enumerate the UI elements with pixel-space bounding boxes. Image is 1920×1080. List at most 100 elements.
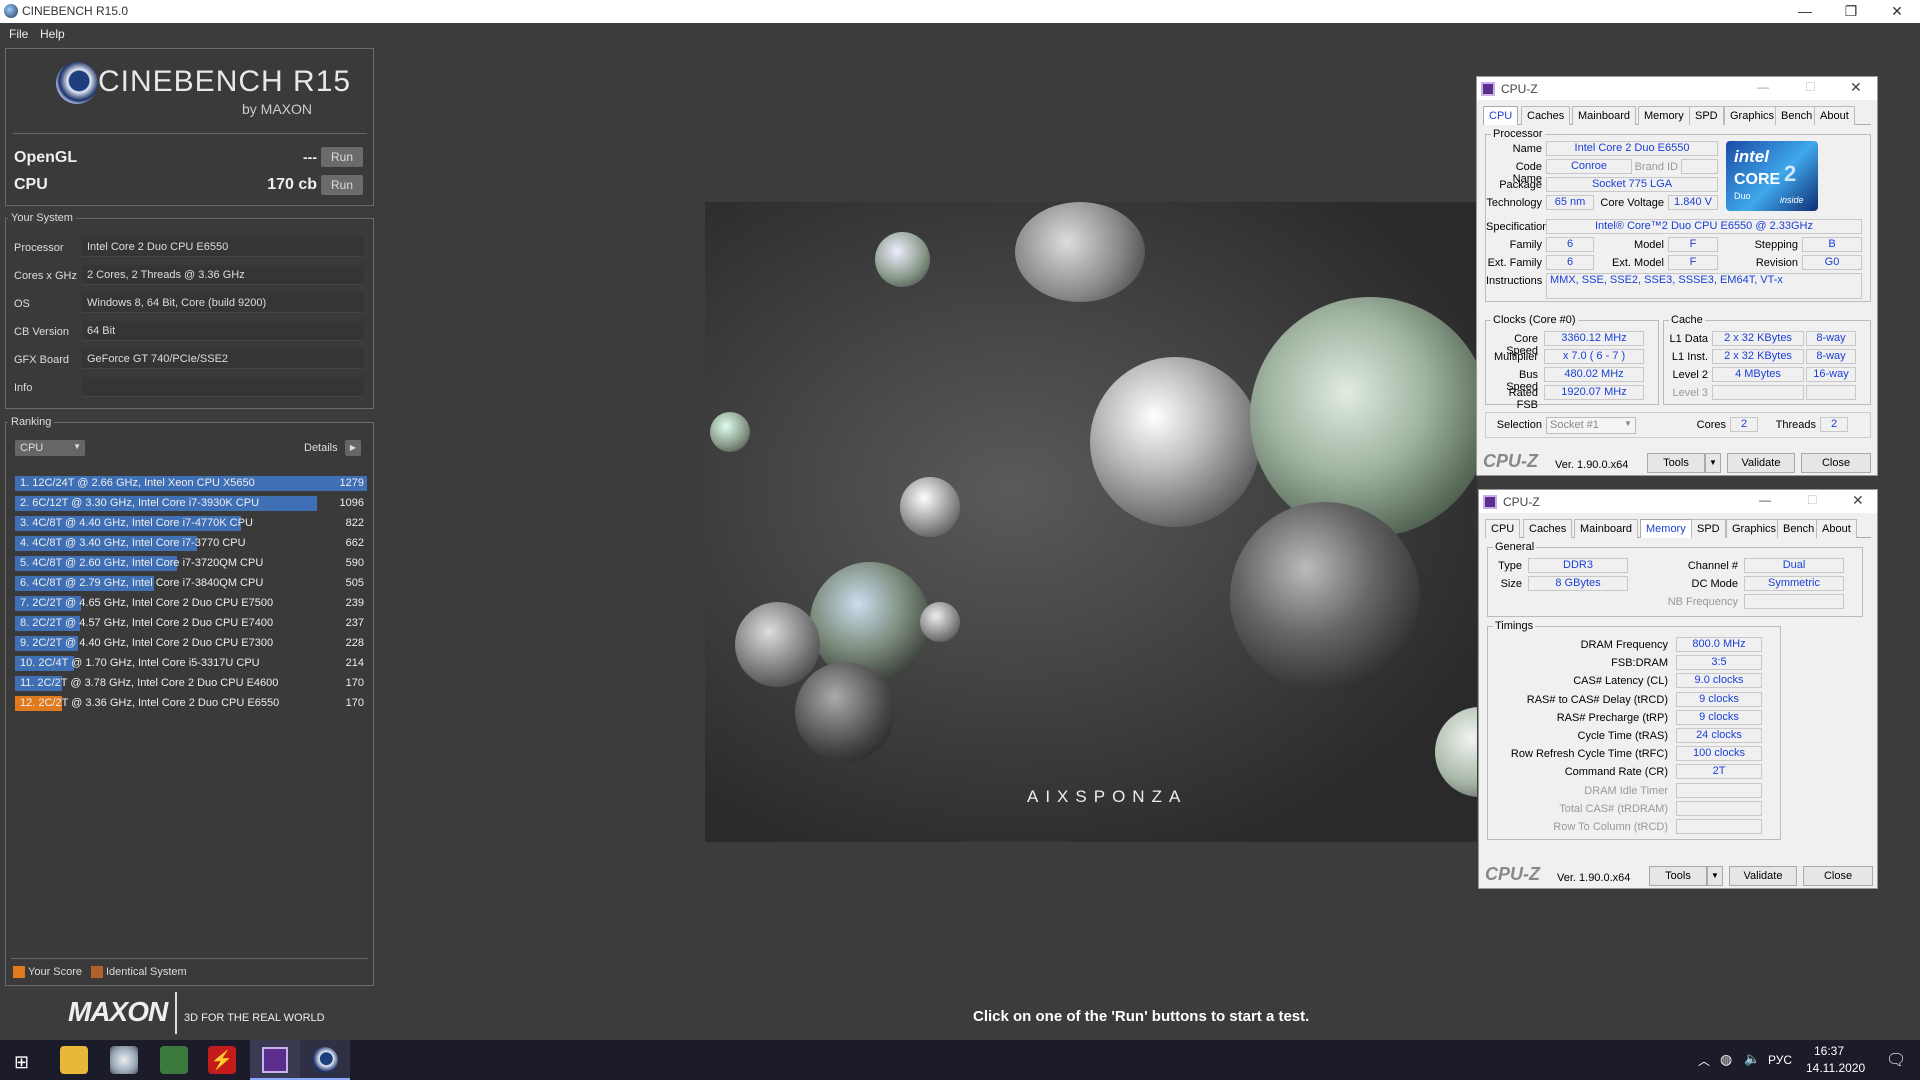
ranking-score: 170 <box>345 677 364 689</box>
tab-bench[interactable]: Bench <box>1775 106 1819 125</box>
divider <box>13 133 367 134</box>
notifications-icon[interactable]: 🗨 <box>1886 1050 1906 1070</box>
field-core-voltage: 1.840 V <box>1668 195 1718 210</box>
close-button[interactable]: ✕ <box>1852 492 1864 509</box>
ranking-label: 2. 6C/12T @ 3.30 GHz, Intel Core i7-3930… <box>20 497 260 509</box>
maximize-button[interactable]: ☐ <box>1807 493 1818 507</box>
ranking-row[interactable]: 3. 4C/8T @ 4.40 GHz, Intel Core i7-4770K… <box>15 515 367 532</box>
ranking-row[interactable]: 5. 4C/8T @ 2.60 GHz, Intel Core i7-3720Q… <box>15 555 367 572</box>
tools-button[interactable]: Tools <box>1649 866 1707 886</box>
group-title: Timings <box>1493 620 1536 632</box>
close-button-bottom[interactable]: Close <box>1803 866 1873 886</box>
opengl-score: --- <box>303 149 317 165</box>
ranking-row[interactable]: 11. 2C/2T @ 3.78 GHz, Intel Core 2 Duo C… <box>15 675 367 692</box>
render-sphere <box>900 477 960 537</box>
ranking-row[interactable]: 8. 2C/2T @ 4.57 GHz, Intel Core 2 Duo CP… <box>15 615 367 632</box>
clock-date[interactable]: 14.11.2020 <box>1806 1061 1865 1075</box>
tab-spd[interactable]: SPD <box>1691 519 1726 538</box>
your-system-panel: Your System Processor Intel Core 2 Duo C… <box>5 212 374 409</box>
speaker-icon[interactable]: 🔈 <box>1744 1051 1760 1067</box>
tools-button[interactable]: Tools <box>1647 453 1705 473</box>
details-arrow-button[interactable]: ▶ <box>345 440 361 456</box>
tab-cpu[interactable]: CPU <box>1485 519 1521 538</box>
label-package: Package <box>1499 179 1542 191</box>
tab-cpu[interactable]: CPU <box>1483 106 1519 125</box>
divider <box>175 992 177 1034</box>
close-button[interactable]: ✕ <box>1850 79 1862 96</box>
maximize-button[interactable]: ❐ <box>1828 0 1874 23</box>
timing-label: RAS# to CAS# Delay (tRCD) <box>1526 693 1668 706</box>
ranking-row[interactable]: 12. 2C/2T @ 3.36 GHz, Intel Core 2 Duo C… <box>15 695 367 712</box>
tab-mainboard[interactable]: Mainboard <box>1572 106 1636 125</box>
render-sphere <box>1435 707 1477 797</box>
ranking-row[interactable]: 6. 4C/8T @ 2.79 GHz, Intel Core i7-3840Q… <box>15 575 367 592</box>
cpu-run-button[interactable]: Run <box>321 175 363 195</box>
cpuz-taskbar-icon <box>262 1047 288 1073</box>
opengl-run-button[interactable]: Run <box>321 147 363 167</box>
close-button-bottom[interactable]: Close <box>1801 453 1871 473</box>
tab-graphics[interactable]: Graphics <box>1724 106 1781 125</box>
menu-file[interactable]: File <box>9 27 28 41</box>
label-channel: Channel # <box>1687 560 1738 572</box>
gpu-tool-icon[interactable] <box>160 1046 188 1074</box>
language-indicator[interactable]: РУС <box>1768 1053 1792 1067</box>
tab-caches[interactable]: Caches <box>1523 519 1573 538</box>
taskbar-item-cpuz[interactable] <box>250 1040 300 1080</box>
close-button[interactable]: ✕ <box>1874 0 1920 23</box>
cpuz-title: CPU-Z <box>1501 82 1538 96</box>
tab-memory[interactable]: Memory <box>1638 106 1690 125</box>
label-rated-fsb: Rated FSB <box>1508 387 1538 411</box>
render-sphere <box>1015 202 1145 302</box>
tab-memory[interactable]: Memory <box>1640 519 1692 538</box>
ranking-row[interactable]: 1. 12C/24T @ 2.66 GHz, Intel Xeon CPU X5… <box>15 475 367 492</box>
maximize-button[interactable]: ☐ <box>1805 80 1816 94</box>
minimize-button[interactable]: — <box>1759 493 1771 507</box>
validate-button[interactable]: Validate <box>1729 866 1797 886</box>
socket-select[interactable]: Socket #1 ▼ <box>1546 417 1636 434</box>
timing-label: DRAM Frequency <box>1580 639 1668 651</box>
tab-about[interactable]: About <box>1816 519 1857 538</box>
field-l1-data-ways: 8-way <box>1806 331 1856 346</box>
label-dc-mode: DC Mode <box>1691 578 1738 590</box>
ranking-row[interactable]: 10. 2C/4T @ 1.70 GHz, Intel Core i5-3317… <box>15 655 367 672</box>
ranking-label: 4. 4C/8T @ 3.40 GHz, Intel Core i7-3770 … <box>20 537 246 549</box>
info-field[interactable] <box>82 377 364 397</box>
network-globe-icon[interactable]: ◍ <box>1720 1051 1732 1068</box>
tab-caches[interactable]: Caches <box>1521 106 1571 125</box>
ranking-row[interactable]: 9. 2C/2T @ 4.40 GHz, Intel Core 2 Duo CP… <box>15 635 367 652</box>
taskbar: ⊞ ⚡ ︿ ◍ 🔈 РУС 16:37 14.11.2020 🗨 <box>0 1040 1920 1080</box>
minimize-button[interactable]: — <box>1782 0 1828 23</box>
tools-dropdown-arrow[interactable]: ▼ <box>1707 866 1723 886</box>
menu-help[interactable]: Help <box>40 27 65 41</box>
hwinfo-icon[interactable] <box>110 1046 138 1074</box>
field-threads: 2 <box>1820 417 1848 432</box>
ranking-row[interactable]: 2. 6C/12T @ 3.30 GHz, Intel Core i7-3930… <box>15 495 367 512</box>
windows-start-icon[interactable]: ⊞ <box>14 1052 29 1073</box>
tools-dropdown-arrow[interactable]: ▼ <box>1705 453 1721 473</box>
clock-time[interactable]: 16:37 <box>1814 1044 1844 1058</box>
field-core-speed: 3360.12 MHz <box>1544 331 1644 346</box>
cpuz-title-bar: CPU-Z — ☐ ✕ <box>1479 490 1877 513</box>
tab-bench[interactable]: Bench <box>1777 519 1821 538</box>
chevron-up-icon[interactable]: ︿ <box>1698 1052 1710 1069</box>
tab-spd[interactable]: SPD <box>1689 106 1724 125</box>
file-explorer-icon[interactable] <box>60 1046 88 1074</box>
ranking-row[interactable]: 7. 2C/2T @ 4.65 GHz, Intel Core 2 Duo CP… <box>15 595 367 612</box>
tab-mainboard[interactable]: Mainboard <box>1574 519 1638 538</box>
system-key: Processor <box>14 242 64 254</box>
field-code-name: Conroe <box>1546 159 1632 174</box>
tab-graphics[interactable]: Graphics <box>1726 519 1783 538</box>
tab-about[interactable]: About <box>1814 106 1855 125</box>
ranking-type-dropdown[interactable]: CPU ▼ <box>15 440 85 456</box>
lightning-app-icon[interactable]: ⚡ <box>208 1046 236 1074</box>
ranking-score: 237 <box>345 617 364 629</box>
timing-value <box>1676 819 1762 834</box>
ranking-row[interactable]: 4. 4C/8T @ 3.40 GHz, Intel Core i7-3770 … <box>15 535 367 552</box>
minimize-button[interactable]: — <box>1757 80 1769 94</box>
version-label: Ver. 1.90.0.x64 <box>1557 872 1631 884</box>
validate-button[interactable]: Validate <box>1727 453 1795 473</box>
taskbar-item-cinebench[interactable] <box>300 1040 350 1080</box>
timing-label: Command Rate (CR) <box>1564 766 1668 779</box>
cpu-score: 170 cb <box>267 176 317 193</box>
opengl-label: OpenGL <box>14 149 78 166</box>
